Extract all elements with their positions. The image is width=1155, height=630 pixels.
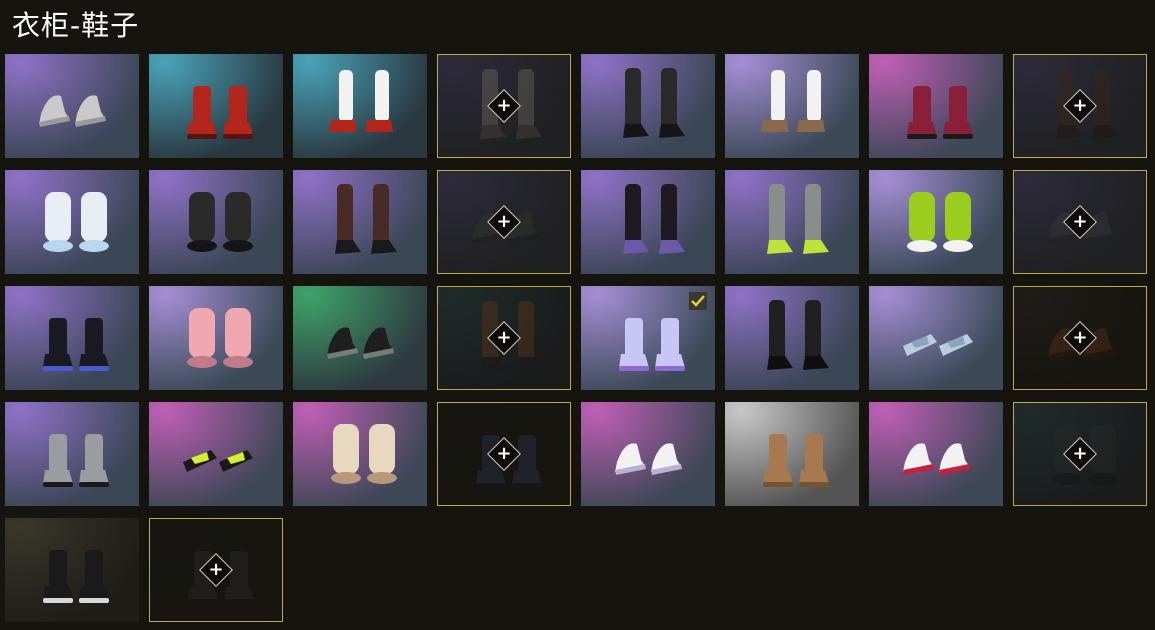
shoe-tile-lavender-platform-boots[interactable] bbox=[581, 286, 715, 390]
shoe-image bbox=[5, 286, 139, 390]
shoe-image bbox=[5, 54, 139, 158]
shoe-image bbox=[581, 170, 715, 274]
shoe-tile-neon-flats[interactable] bbox=[149, 402, 283, 506]
shoe-image bbox=[149, 402, 283, 506]
shoe-tile-brown-tall-boots[interactable]: + bbox=[1013, 54, 1147, 158]
shoe-image bbox=[149, 286, 283, 390]
plus-glyph: + bbox=[496, 443, 512, 464]
shoe-tile-grey-combat-boots[interactable] bbox=[5, 402, 139, 506]
shoe-tile-tan-work-boots[interactable] bbox=[725, 402, 859, 506]
plus-glyph: + bbox=[1072, 95, 1088, 116]
shoe-image bbox=[293, 54, 427, 158]
wardrobe-shoes-screen: 衣柜-鞋子 + + + + + + + + + bbox=[0, 0, 1155, 630]
plus-glyph: + bbox=[1072, 327, 1088, 348]
shoe-tile-black-blue-boots[interactable] bbox=[5, 286, 139, 390]
shoe-tile-black-boots-locked[interactable]: + bbox=[149, 518, 283, 622]
shoe-tile-black-fur-boots-locked[interactable]: + bbox=[1013, 402, 1147, 506]
shoe-image bbox=[581, 402, 715, 506]
shoe-tile-white-purple-sneakers[interactable] bbox=[581, 402, 715, 506]
shoe-image bbox=[725, 54, 859, 158]
shoe-image bbox=[5, 518, 139, 622]
plus-glyph: + bbox=[1072, 211, 1088, 232]
shoe-tile-pink-puffy-boots[interactable] bbox=[149, 286, 283, 390]
shoe-tile-black-jeans-boots[interactable] bbox=[725, 286, 859, 390]
shoe-image bbox=[869, 402, 1003, 506]
shoe-tile-dark-shoes-locked[interactable]: + bbox=[1013, 170, 1147, 274]
shoe-tile-laced-thigh-boots[interactable] bbox=[293, 170, 427, 274]
shoe-tile-white-red-sneakers[interactable] bbox=[869, 402, 1003, 506]
shoe-tile-black-knee-boots[interactable] bbox=[581, 54, 715, 158]
shoe-tile-black-studded-shoes[interactable] bbox=[293, 286, 427, 390]
shoe-image bbox=[725, 402, 859, 506]
shoe-tile-white-socks-loafers[interactable] bbox=[725, 54, 859, 158]
plus-glyph: + bbox=[208, 559, 224, 580]
shoe-tile-white-socks-red-heels[interactable] bbox=[293, 54, 427, 158]
shoe-grid: + + + + + + + + + bbox=[5, 54, 1147, 622]
shoe-image bbox=[149, 54, 283, 158]
shoe-image bbox=[149, 170, 283, 274]
shoe-tile-striped-platform-boots[interactable] bbox=[869, 54, 1003, 158]
shoe-image bbox=[725, 286, 859, 390]
check-icon bbox=[689, 292, 707, 310]
shoe-image bbox=[5, 402, 139, 506]
shoe-image bbox=[5, 170, 139, 274]
plus-glyph: + bbox=[1072, 443, 1088, 464]
shoe-tile-brown-pants-boots-locked[interactable]: + bbox=[437, 286, 571, 390]
plus-glyph: + bbox=[496, 211, 512, 232]
shoe-tile-white-fluffy-boots[interactable] bbox=[5, 170, 139, 274]
shoe-tile-pale-blue-slides[interactable] bbox=[869, 286, 1003, 390]
shoe-image bbox=[293, 402, 427, 506]
shoe-tile-black-purple-thigh-boots[interactable] bbox=[581, 170, 715, 274]
shoe-tile-red-boots[interactable] bbox=[149, 54, 283, 158]
shoe-image bbox=[581, 54, 715, 158]
shoe-tile-lime-leg-warmers[interactable] bbox=[869, 170, 1003, 274]
shoe-tile-beige-fur-boots[interactable] bbox=[293, 402, 427, 506]
shoe-tile-brown-shoes-locked[interactable]: + bbox=[1013, 286, 1147, 390]
shoe-tile-winged-silver-shoes[interactable] bbox=[5, 54, 139, 158]
shoe-tile-black-fur-trim-boots[interactable] bbox=[5, 518, 139, 622]
shoe-tile-dark-sneakers-locked[interactable]: + bbox=[437, 170, 571, 274]
shoe-tile-grey-knee-boots[interactable]: + bbox=[437, 54, 571, 158]
page-title: 衣柜-鞋子 bbox=[12, 9, 140, 42]
shoe-image bbox=[725, 170, 859, 274]
shoe-image bbox=[293, 286, 427, 390]
shoe-image bbox=[869, 170, 1003, 274]
plus-glyph: + bbox=[496, 327, 512, 348]
shoe-tile-black-fluffy-boots[interactable] bbox=[149, 170, 283, 274]
shoe-image bbox=[869, 54, 1003, 158]
plus-glyph: + bbox=[496, 95, 512, 116]
shoe-tile-silver-green-sneaker-boots[interactable] bbox=[725, 170, 859, 274]
shoe-tile-navy-boots-locked[interactable]: + bbox=[437, 402, 571, 506]
shoe-image bbox=[293, 170, 427, 274]
shoe-image bbox=[869, 286, 1003, 390]
